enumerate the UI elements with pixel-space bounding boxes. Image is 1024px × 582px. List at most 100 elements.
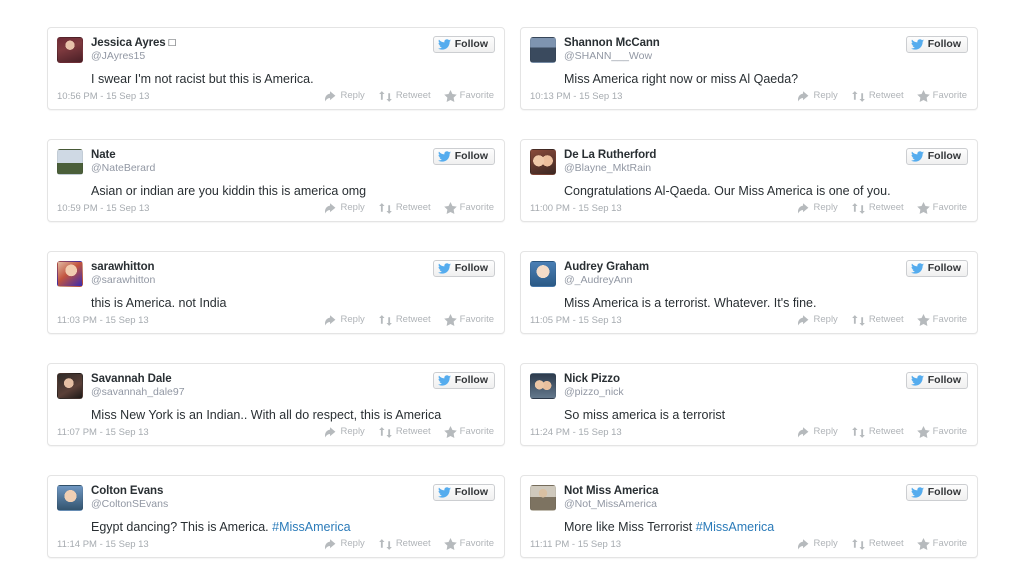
retweet-action[interactable]: Retweet — [378, 426, 431, 438]
follow-button-label: Follow — [927, 374, 961, 387]
tweet-actions: Reply Retweet Favorite — [324, 314, 494, 326]
reply-arrow-icon — [324, 426, 335, 437]
follow-button-label: Follow — [454, 150, 488, 163]
author-name: Shannon McCann — [564, 37, 660, 49]
tweet-footer: 10:13 PM - 15 Sep 13 Reply Retweet Favor… — [530, 89, 967, 103]
retweet-action[interactable]: Retweet — [851, 202, 904, 214]
star-icon — [443, 90, 457, 102]
tweet-body: Miss New York is an Indian.. With all do… — [91, 408, 442, 422]
reply-action[interactable]: Reply — [324, 538, 365, 550]
author-handle: @sarawhitton — [91, 274, 156, 287]
reply-action[interactable]: Reply — [797, 426, 838, 438]
tweet-card-6[interactable]: Savannah Dale @savannah_dale97 Follow Mi… — [47, 363, 505, 446]
twitter-bird-icon — [910, 263, 924, 274]
retweet-arrows-icon — [378, 314, 392, 326]
reply-arrow-icon — [324, 202, 335, 213]
favorite-action[interactable]: Favorite — [443, 90, 494, 102]
author-name: Savannah Dale — [91, 373, 172, 385]
tweet-header: De La Rutherford @Blayne_MktRain — [530, 148, 967, 181]
favorite-action[interactable]: Favorite — [916, 202, 967, 214]
reply-action[interactable]: Reply — [797, 538, 838, 550]
retweet-action[interactable]: Retweet — [851, 314, 904, 326]
tweet-actions: Reply Retweet Favorite — [324, 202, 494, 214]
reply-label: Reply — [813, 90, 838, 102]
follow-button-label: Follow — [927, 486, 961, 499]
follow-button[interactable]: Follow — [905, 484, 968, 501]
reply-action[interactable]: Reply — [324, 426, 365, 438]
tweet-footer: 11:05 PM - 15 Sep 13 Reply Retweet Favor… — [530, 313, 967, 327]
tweet-timestamp: 11:03 PM - 15 Sep 13 — [57, 314, 149, 326]
retweet-action[interactable]: Retweet — [378, 538, 431, 550]
tweet-card-9[interactable]: Not Miss America @Not_MissAmerica Follow… — [520, 475, 978, 558]
twitter-bird-icon — [437, 39, 451, 50]
follow-button[interactable]: Follow — [432, 372, 495, 389]
author-name: Jessica Ayres □ — [91, 37, 176, 49]
favorite-action[interactable]: Favorite — [443, 314, 494, 326]
favorite-action[interactable]: Favorite — [916, 426, 967, 438]
retweet-action[interactable]: Retweet — [851, 538, 904, 550]
tweet-card-4[interactable]: sarawhitton @sarawhitton Follow this is … — [47, 251, 505, 334]
favorite-action[interactable]: Favorite — [916, 538, 967, 550]
reply-action[interactable]: Reply — [324, 90, 365, 102]
author-handle: @savannah_dale97 — [91, 386, 185, 399]
reply-arrow-icon — [797, 202, 808, 213]
tweet-timestamp: 11:11 PM - 15 Sep 13 — [530, 538, 622, 550]
reply-action[interactable]: Reply — [324, 202, 365, 214]
follow-button[interactable]: Follow — [905, 36, 968, 53]
retweet-action[interactable]: Retweet — [851, 90, 904, 102]
twitter-bird-icon — [437, 487, 451, 498]
tweet-footer: 10:56 PM - 15 Sep 13 Reply Retweet Favor… — [57, 89, 494, 103]
favorite-action[interactable]: Favorite — [443, 202, 494, 214]
retweet-action[interactable]: Retweet — [378, 90, 431, 102]
follow-button[interactable]: Follow — [432, 260, 495, 277]
tweet-card-5[interactable]: Audrey Graham @_AudreyAnn Follow Miss Am… — [520, 251, 978, 334]
tweet-card-8[interactable]: Colton Evans @ColtonSEvans Follow Egypt … — [47, 475, 505, 558]
tweet-hashtag[interactable]: #MissAmerica — [696, 520, 775, 534]
author-block: Nate @NateBerard — [91, 148, 155, 174]
reply-action[interactable]: Reply — [797, 314, 838, 326]
tweet-footer: 11:11 PM - 15 Sep 13 Reply Retweet Favor… — [530, 537, 967, 551]
follow-button[interactable]: Follow — [432, 148, 495, 165]
tweet-card-3[interactable]: De La Rutherford @Blayne_MktRain Follow … — [520, 139, 978, 222]
avatar-3 — [530, 149, 556, 175]
tweet-actions: Reply Retweet Favorite — [797, 314, 967, 326]
follow-button[interactable]: Follow — [905, 372, 968, 389]
tweet-card-7[interactable]: Nick Pizzo @pizzo_nick Follow So miss am… — [520, 363, 978, 446]
tweet-grid: Jessica Ayres □ @JAyres15 Follow I swear… — [0, 0, 1024, 582]
tweet-body: Miss America is a terrorist. Whatever. I… — [564, 296, 817, 310]
follow-button[interactable]: Follow — [905, 260, 968, 277]
tweet-actions: Reply Retweet Favorite — [324, 538, 494, 550]
favorite-action[interactable]: Favorite — [443, 538, 494, 550]
avatar-8 — [57, 485, 83, 511]
favorite-action[interactable]: Favorite — [916, 314, 967, 326]
favorite-action[interactable]: Favorite — [916, 90, 967, 102]
tweet-card-0[interactable]: Jessica Ayres □ @JAyres15 Follow I swear… — [47, 27, 505, 110]
retweet-action[interactable]: Retweet — [378, 202, 431, 214]
star-icon — [916, 314, 930, 326]
avatar-7 — [530, 373, 556, 399]
retweet-label: Retweet — [868, 538, 904, 550]
tweet-header: Jessica Ayres □ @JAyres15 — [57, 36, 494, 69]
follow-button[interactable]: Follow — [432, 484, 495, 501]
reply-label: Reply — [813, 202, 838, 214]
follow-button[interactable]: Follow — [905, 148, 968, 165]
follow-button[interactable]: Follow — [432, 36, 495, 53]
reply-action[interactable]: Reply — [797, 202, 838, 214]
avatar-1 — [530, 37, 556, 63]
reply-arrow-icon — [797, 538, 808, 549]
twitter-bird-icon — [910, 39, 924, 50]
tweet-footer: 11:00 PM - 15 Sep 13 Reply Retweet Favor… — [530, 201, 967, 215]
reply-arrow-icon — [797, 90, 808, 101]
avatar-4 — [57, 261, 83, 287]
reply-action[interactable]: Reply — [797, 90, 838, 102]
favorite-label: Favorite — [932, 202, 967, 214]
tweet-card-2[interactable]: Nate @NateBerard Follow Asian or indian … — [47, 139, 505, 222]
tweet-hashtag[interactable]: #MissAmerica — [272, 520, 351, 534]
reply-label: Reply — [340, 314, 365, 326]
retweet-action[interactable]: Retweet — [378, 314, 431, 326]
reply-action[interactable]: Reply — [324, 314, 365, 326]
favorite-action[interactable]: Favorite — [443, 426, 494, 438]
follow-button-label: Follow — [927, 262, 961, 275]
retweet-action[interactable]: Retweet — [851, 426, 904, 438]
tweet-card-1[interactable]: Shannon McCann @SHANN___Wow Follow Miss … — [520, 27, 978, 110]
